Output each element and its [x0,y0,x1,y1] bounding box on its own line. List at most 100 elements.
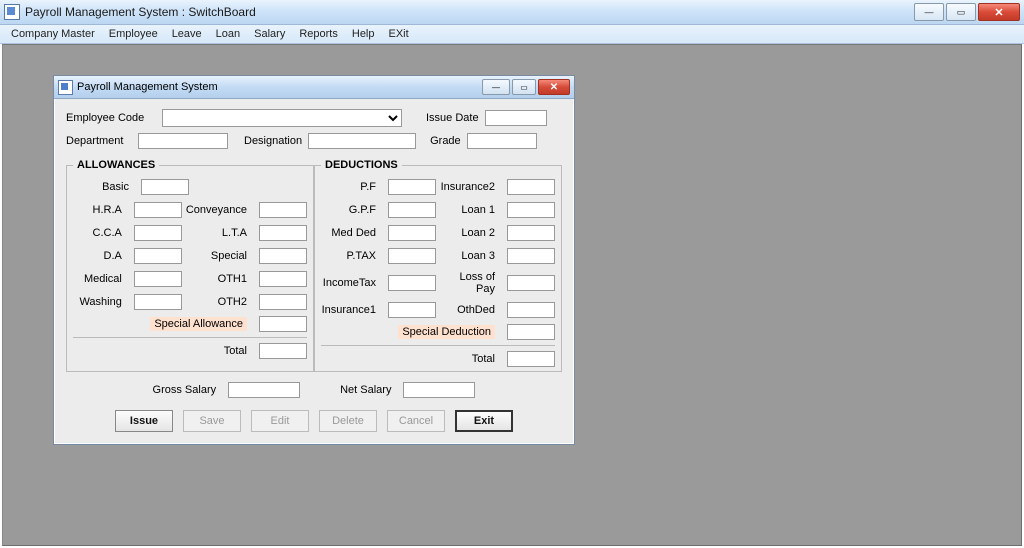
pf-input[interactable] [388,179,436,195]
restore-button[interactable]: ▭ [946,3,976,21]
lta-input[interactable] [259,225,307,241]
child-window-icon [58,80,73,95]
gpf-input[interactable] [388,202,436,218]
allowance-total-label: Total [224,345,247,357]
issue-date-input[interactable] [485,110,547,126]
loan1-label: Loan 1 [461,204,495,216]
delete-button[interactable]: Delete [319,410,377,432]
menu-leave[interactable]: Leave [165,28,209,40]
deduction-total-input[interactable] [507,351,555,367]
ins2-label: Insurance2 [441,181,495,193]
minimize-button[interactable]: — [914,3,944,21]
loan2-input[interactable] [507,225,555,241]
payroll-form-window: Payroll Management System — ▭ ✕ Employee… [53,75,575,445]
child-title: Payroll Management System [77,81,480,93]
exit-button[interactable]: Exit [455,410,513,432]
special-label: Special [211,250,247,262]
hra-input[interactable] [134,202,182,218]
menu-salary[interactable]: Salary [247,28,292,40]
employee-code-label: Employee Code [66,112,156,124]
oth2-label: OTH2 [218,296,247,308]
special-deduction-label: Special Deduction [398,325,495,339]
inctax-label: IncomeTax [323,277,376,289]
employee-code-select[interactable] [162,109,402,127]
basic-input[interactable] [141,179,189,195]
oth1-label: OTH1 [218,273,247,285]
othded-input[interactable] [507,302,555,318]
save-button[interactable]: Save [183,410,241,432]
grade-label: Grade [430,135,461,147]
menu-help[interactable]: Help [345,28,382,40]
loan3-input[interactable] [507,248,555,264]
hra-label: H.R.A [93,204,122,216]
loan3-label: Loan 3 [461,250,495,262]
window-buttons: — ▭ ✕ [912,3,1020,21]
button-row: Issue Save Edit Delete Cancel Exit [66,410,562,432]
cancel-button[interactable]: Cancel [387,410,445,432]
loan2-label: Loan 2 [461,227,495,239]
othded-label: OthDed [457,304,495,316]
lta-label: L.T.A [222,227,247,239]
gross-salary-input[interactable] [228,382,300,398]
child-restore-button[interactable]: ▭ [512,79,536,95]
close-button[interactable]: ✕ [978,3,1020,21]
allowance-total-input[interactable] [259,343,307,359]
deductions-group: DEDUCTIONS P.F Insurance2 G.P.F Loan 1 M… [314,159,562,372]
conveyance-input[interactable] [259,202,307,218]
basic-label: Basic [102,181,129,193]
special-allowance-label: Special Allowance [150,317,247,331]
child-body: Employee Code Issue Date Department Desi… [54,99,574,444]
da-input[interactable] [134,248,182,264]
medded-label: Med Ded [331,227,376,239]
special-input[interactable] [259,248,307,264]
issue-button[interactable]: Issue [115,410,173,432]
ptax-label: P.TAX [346,250,376,262]
ins1-input[interactable] [388,302,436,318]
grade-input[interactable] [467,133,537,149]
inctax-input[interactable] [388,275,436,291]
ins2-input[interactable] [507,179,555,195]
menu-employee[interactable]: Employee [102,28,165,40]
pf-label: P.F [360,181,376,193]
department-input[interactable] [138,133,228,149]
gpf-label: G.P.F [349,204,376,216]
menu-exit[interactable]: EXit [382,28,416,40]
child-minimize-button[interactable]: — [482,79,510,95]
net-salary-input[interactable] [403,382,475,398]
menu-company-master[interactable]: Company Master [4,28,102,40]
app-icon [4,4,20,20]
child-titlebar[interactable]: Payroll Management System — ▭ ✕ [54,76,574,99]
loan1-input[interactable] [507,202,555,218]
oth2-input[interactable] [259,294,307,310]
allowances-legend: ALLOWANCES [73,159,159,171]
medical-input[interactable] [134,271,182,287]
net-salary-label: Net Salary [340,384,391,396]
deductions-legend: DEDUCTIONS [321,159,402,171]
ins1-label: Insurance1 [322,304,376,316]
cca-input[interactable] [134,225,182,241]
conveyance-label: Conveyance [186,204,247,216]
da-label: D.A [104,250,122,262]
deduction-total-label: Total [472,353,495,365]
designation-input[interactable] [308,133,416,149]
oth1-input[interactable] [259,271,307,287]
menu-bar: Company Master Employee Leave Loan Salar… [0,25,1024,44]
designation-label: Designation [244,135,302,147]
edit-button[interactable]: Edit [251,410,309,432]
medded-input[interactable] [388,225,436,241]
menu-loan[interactable]: Loan [209,28,247,40]
issue-date-label: Issue Date [426,112,479,124]
washing-label: Washing [79,296,121,308]
lop-input[interactable] [507,275,555,291]
lop-label: Loss of Pay [440,271,495,295]
mdi-client: Payroll Management System — ▭ ✕ Employee… [2,44,1022,546]
special-deduction-input[interactable] [507,324,555,340]
app-titlebar: Payroll Management System : SwitchBoard … [0,0,1024,25]
child-close-button[interactable]: ✕ [538,79,570,95]
medical-label: Medical [84,273,122,285]
washing-input[interactable] [134,294,182,310]
special-allowance-input[interactable] [259,316,307,332]
ptax-input[interactable] [388,248,436,264]
menu-reports[interactable]: Reports [292,28,345,40]
app-window: Payroll Management System : SwitchBoard … [0,0,1024,548]
